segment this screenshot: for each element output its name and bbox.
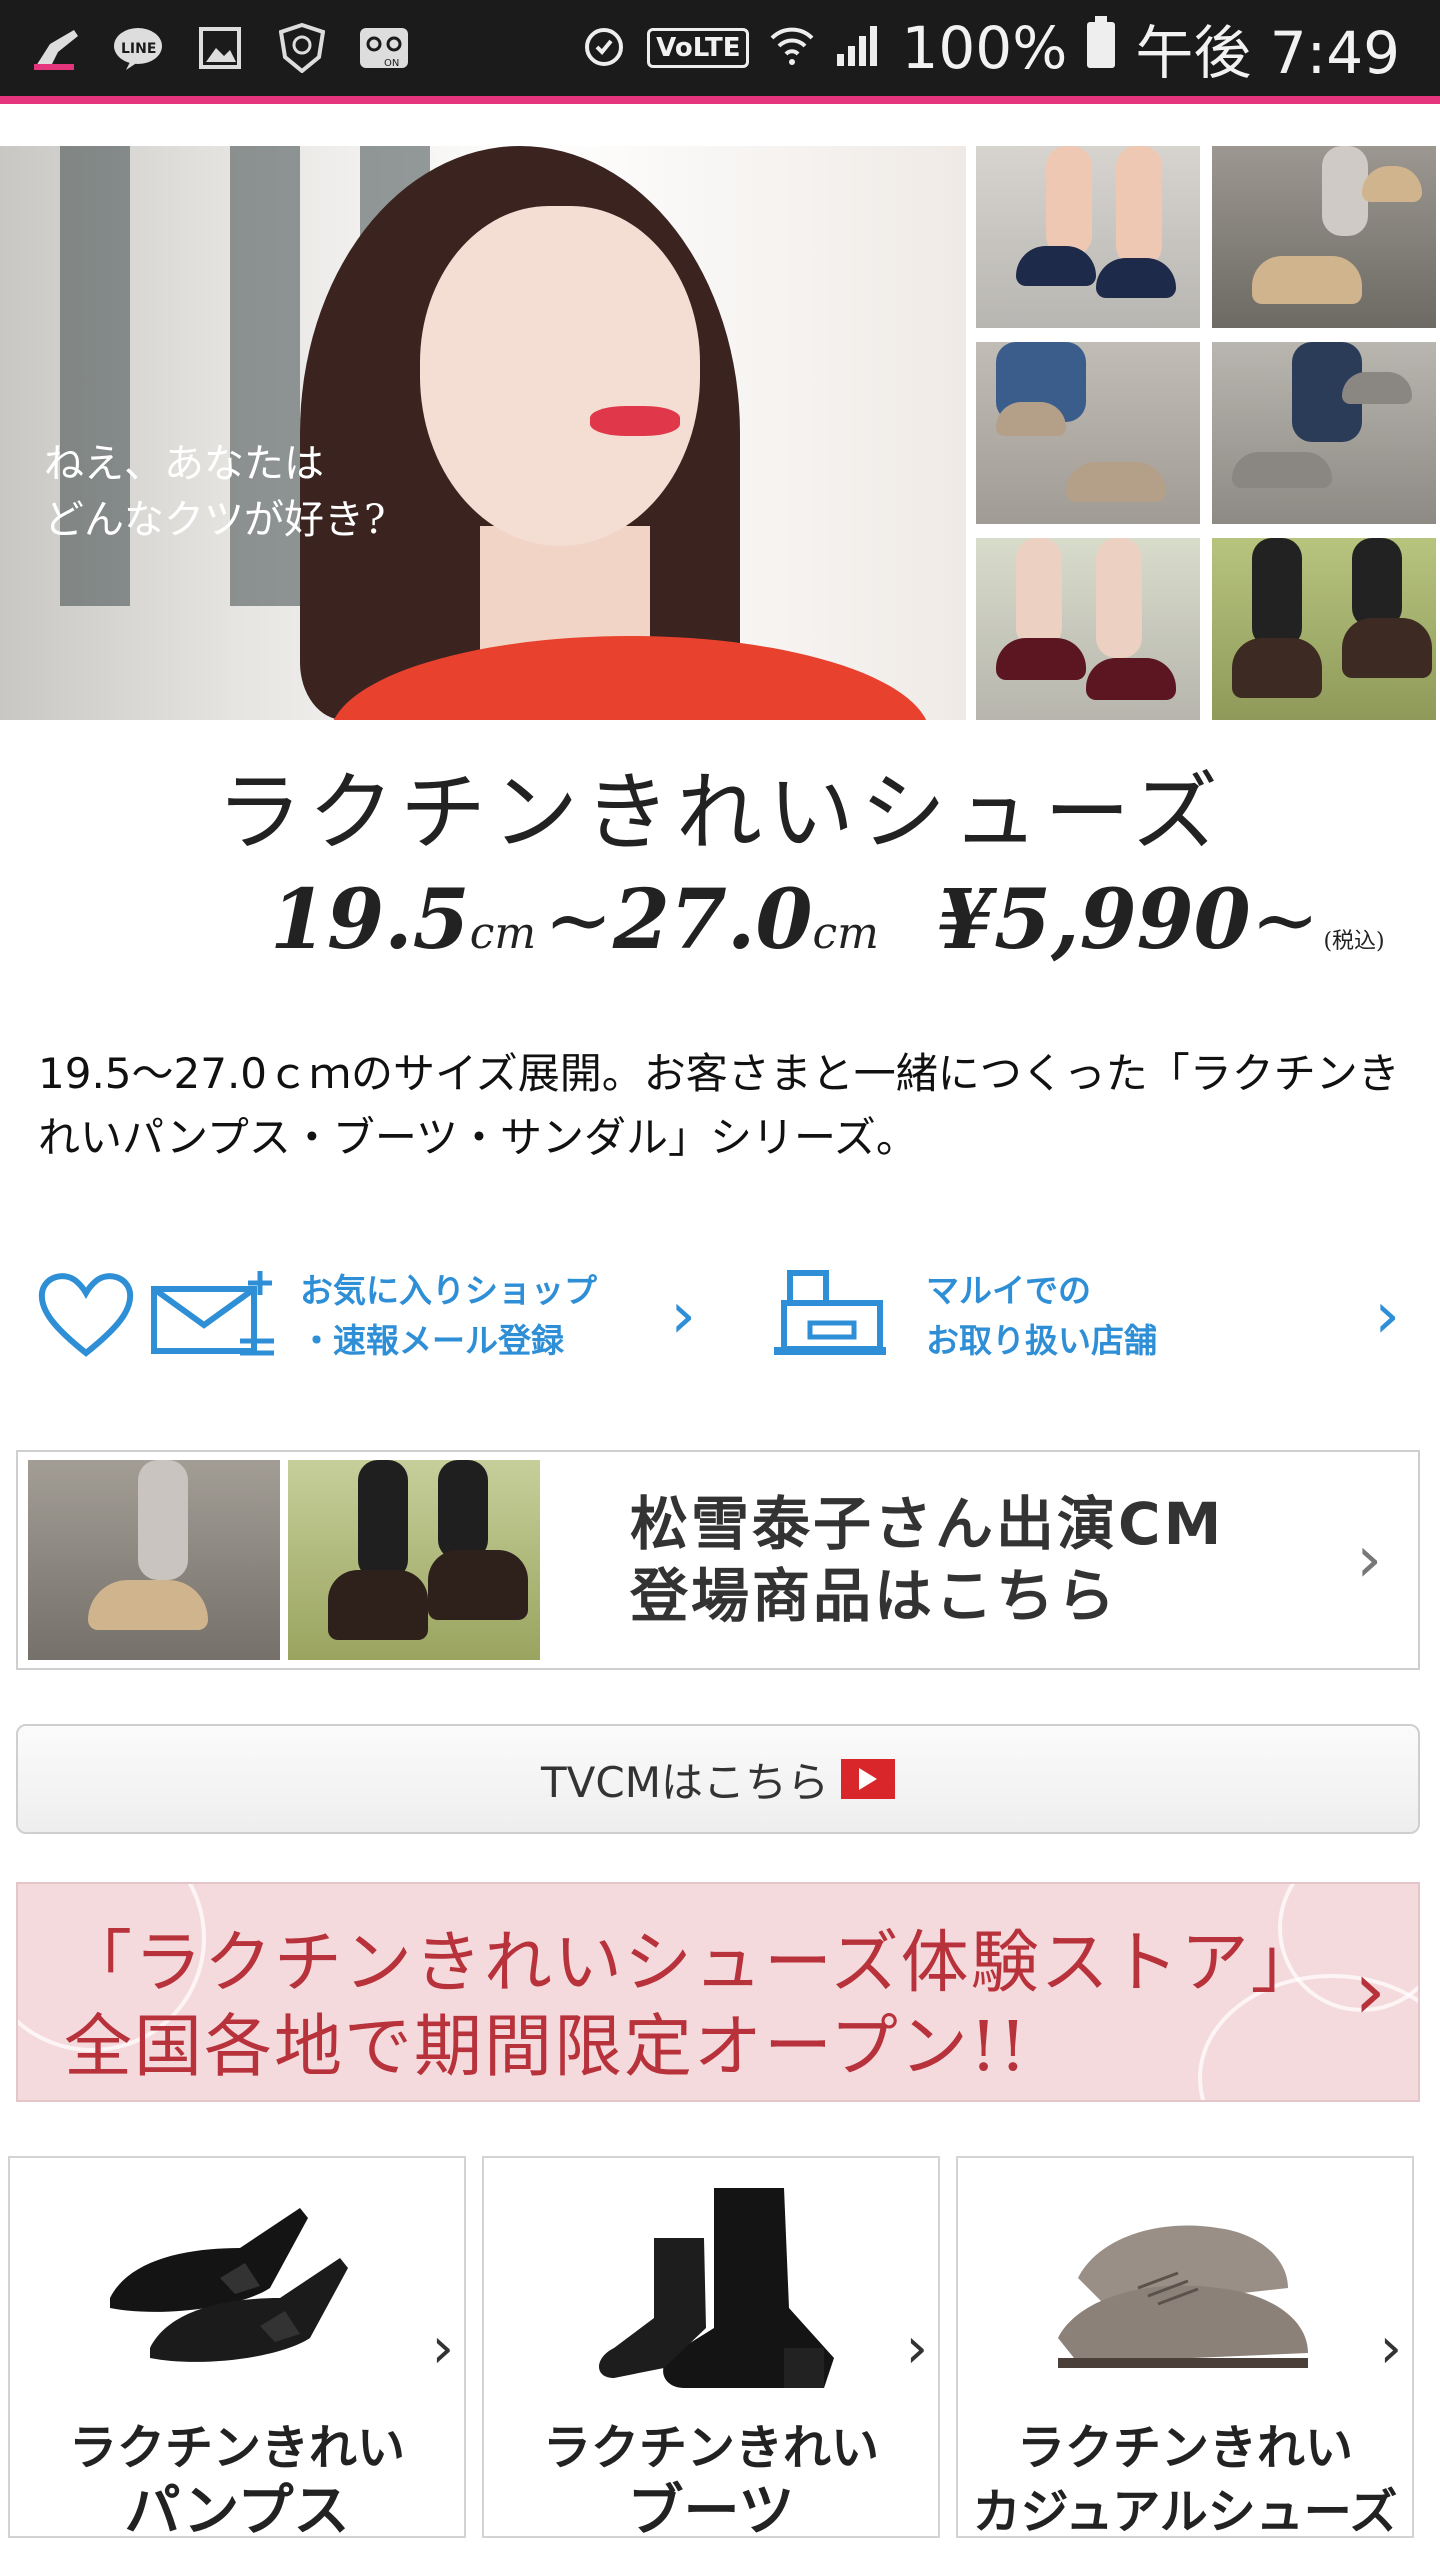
cm-image-oxfords [28,1460,280,1660]
category-card-casual[interactable]: ラクチンきれい カジュアルシューズ › [956,2156,1414,2540]
chevron-right-icon: › [1354,1944,1386,2037]
hero-model-lips [590,406,680,436]
size-price-line: 19.5 cm ~ 27.0 cm ¥5,990 ~ (税込) [270,872,1385,968]
image-icon [192,20,248,76]
tvcm-button[interactable]: TVCMはこちら [16,1724,1420,1834]
hero-caption: ねえ、あなたは どんなクツが好き? [44,441,386,543]
tvcm-label: TVCMはこちら [541,1757,829,1807]
mail-plus-icon [150,1269,280,1363]
line-app-icon: LINE [110,20,166,76]
hero-model-face [420,206,700,546]
broom-icon [28,20,84,76]
category-card-pumps[interactable]: ラクチンきれい パンプス › [8,2156,466,2544]
status-bar-notifications: LINE ON [0,20,412,76]
cm-banner-text: 松雪泰子さん出演CM 登場商品はこちら [630,1490,1225,1630]
tax-note: (税込) [1323,929,1385,954]
volte-badge: VoLTE [647,28,750,68]
casual-shoes-image [1018,2178,1338,2398]
thumbnail-navy-pumps[interactable] [976,146,1200,328]
status-bar-system: VoLTE 100% 午後 7:49 [581,6,1440,90]
battery-icon [1087,14,1116,82]
category-card-boots[interactable]: ラクチンきれい ブーツ › [482,2156,940,2544]
hero-thumbnail-grid [976,146,1436,720]
status-bar: LINE ON VoLTE 100% 午後 7:49 [0,0,1440,96]
chevron-right-icon: › [1374,1279,1400,1353]
category-line2: パンプス [124,2479,350,2544]
video-play-icon [840,1759,895,1799]
hero-image[interactable]: ねえ、あなたは どんなクツが好き? [0,146,966,720]
size-to: 27.0 [612,872,813,968]
thumbnail-grey-pumps[interactable] [1212,342,1436,524]
signal-icon [835,14,881,82]
chevron-right-icon: › [1356,1523,1382,1597]
experience-store-text: 「ラクチンきれいシューズ体験ストア」 全国各地で期間限定オープン!! [64,1924,1321,2087]
shield-icon [274,20,330,76]
experience-store-banner[interactable]: 「ラクチンきれいシューズ体験ストア」 全国各地で期間限定オープン!! › [16,1882,1420,2102]
category-cards: ラクチンきれい パンプス › ラクチンきれい ブーツ › ラクチンきれい カジュ… [8,2156,1428,2544]
price: ¥5,990 [936,872,1251,968]
clock: 午後 7:49 [1135,19,1400,87]
size-unit: cm [469,908,537,959]
wifi-icon [769,14,815,82]
thumbnail-beige-oxfords[interactable] [1212,146,1436,328]
price-suffix: ~ [1250,873,1320,968]
favorite-shop-label: お気に入りショップ ・速報メール登録 [300,1271,597,1360]
favorite-shop-link[interactable]: お気に入りショップ ・速報メール登録 › [36,1256,696,1376]
pumps-image [70,2178,390,2398]
cm-products-banner[interactable]: 松雪泰子さん出演CM 登場商品はこちら › [16,1450,1420,1670]
category-line2: カジュアルシューズ [972,2484,1398,2540]
category-line1: ラクチンきれい [1016,2420,1353,2476]
thumbnail-burgundy-pumps[interactable] [976,538,1200,720]
category-line2: ブーツ [627,2479,795,2544]
store-list-label: マルイでの お取り扱い店舗 [926,1271,1157,1360]
battery-percent: 100% [901,14,1068,82]
svg-text:ON: ON [384,58,399,69]
chevron-right-icon: › [1379,2316,1402,2381]
size-from: 19.5 [270,872,470,968]
thumbnail-brown-boots[interactable] [1212,538,1436,720]
product-title: ラクチンきれいシューズ [216,763,1224,863]
accent-divider [0,96,1440,104]
thumbnail-flats-denim[interactable] [976,342,1200,524]
cm-image-boots [288,1460,540,1660]
product-description: 19.5〜27.0ｃｍのサイズ展開。お客さまと一緒につくった「ラクチンきれいパン… [38,1049,1400,1162]
chevron-right-icon: › [905,2316,928,2381]
boots-image [544,2178,864,2398]
chevron-right-icon: › [431,2316,454,2381]
chevron-right-icon: › [670,1279,696,1353]
store-register-icon [770,1269,890,1363]
voicemail-icon: ON [356,20,412,76]
size-range-tilde: ~ [544,873,613,968]
heart-icon [36,1269,136,1363]
alarm-icon [581,14,627,82]
size-unit: cm [812,908,879,959]
svg-text:LINE: LINE [121,41,156,57]
store-list-link[interactable]: マルイでの お取り扱い店舗 › [770,1256,1400,1376]
